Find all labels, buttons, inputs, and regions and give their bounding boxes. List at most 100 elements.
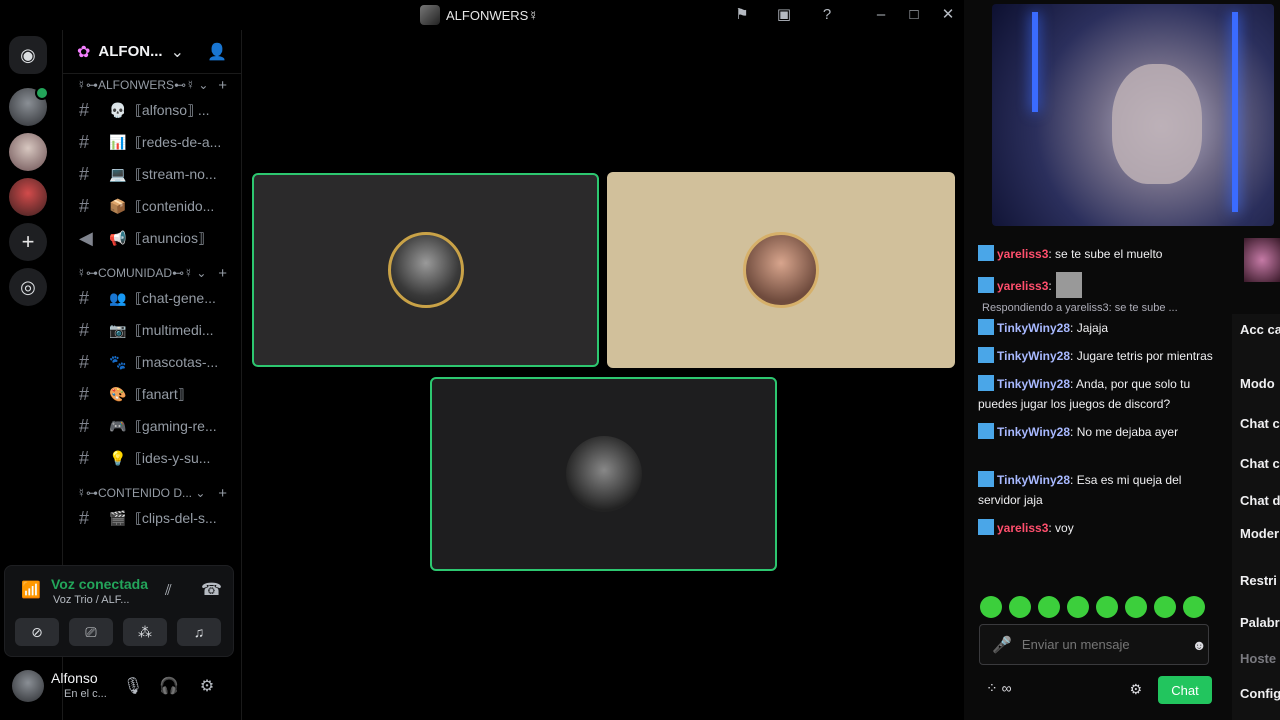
emote-icon[interactable] xyxy=(1038,596,1060,618)
user-panel: Alfonso En el c... 🎙 🎧 ⚙ xyxy=(4,662,234,712)
gear-icon[interactable]: ⚙ xyxy=(1129,681,1142,698)
category-header[interactable]: ☿⊶ALFONWERS⊷☿ ⌄ + xyxy=(63,76,241,94)
channel-item[interactable]: # 🎨 ⟦fanart⟧ xyxy=(63,378,241,410)
help-icon[interactable]: ? xyxy=(816,5,838,25)
soundboard-button[interactable]: ♫ xyxy=(177,618,221,646)
channel-item[interactable]: # 📷 ⟦multimedi... xyxy=(63,314,241,346)
channel-item[interactable]: # 🐾 ⟦mascotas-... xyxy=(63,346,241,378)
chat-send-button[interactable]: Chat xyxy=(1158,676,1212,704)
emote-icon[interactable] xyxy=(1183,596,1205,618)
server-flower-icon: ✿ xyxy=(77,43,91,61)
voice-status[interactable]: Voz conectada xyxy=(51,576,148,592)
emote-icon[interactable] xyxy=(1009,596,1031,618)
chat-message: TinkyWiny28: Esa es mi queja del servido… xyxy=(978,471,1182,507)
microphone-icon[interactable]: 🎙 xyxy=(122,676,144,698)
mod-item[interactable]: Modo xyxy=(1240,376,1275,391)
channel-item[interactable]: # 💻 ⟦stream-no... xyxy=(63,158,241,190)
emote-icon[interactable] xyxy=(1154,596,1176,618)
close-icon[interactable]: ✕ xyxy=(937,5,959,25)
hash-icon: # xyxy=(79,131,90,152)
noise-suppression-icon[interactable]: ⫽ xyxy=(165,582,172,599)
disconnect-icon[interactable]: ☎ xyxy=(201,580,222,600)
badge-icon xyxy=(978,471,994,487)
server-icon[interactable] xyxy=(9,133,47,171)
mod-item[interactable]: Acc car xyxy=(1240,322,1280,337)
maximize-icon[interactable]: □ xyxy=(903,5,925,25)
explore-icon[interactable]: ◎ xyxy=(9,268,47,306)
server-avatar-icon xyxy=(420,5,440,25)
mod-panel: Acc car Modo Chat c Chat c Chat d Moder … xyxy=(1232,314,1280,720)
side-thumbnail[interactable] xyxy=(1244,238,1280,282)
emoji-icon[interactable]: ☻ xyxy=(1192,637,1207,653)
channel-item[interactable]: ◀ 📢 ⟦anuncios⟧ xyxy=(63,222,241,254)
voice-panel: 📶 Voz conectada Voz Trio / ALF... ⫽ ☎ ⊘ … xyxy=(4,565,234,657)
emote-bar xyxy=(980,596,1210,618)
screen-share-button[interactable]: ⎚ xyxy=(69,618,113,646)
user-name[interactable]: Alfonso xyxy=(51,670,98,686)
emote-icon[interactable] xyxy=(1096,596,1118,618)
flag-icon[interactable]: ⚑ xyxy=(731,5,753,25)
mod-item[interactable]: Moder con IA xyxy=(1240,526,1280,541)
bits-icon[interactable]: ⁘ ∞ xyxy=(986,680,1012,697)
notification-badge xyxy=(35,86,49,100)
avatar xyxy=(387,232,464,308)
participant-tile[interactable] xyxy=(430,377,777,571)
discord-home-icon[interactable]: ◉ xyxy=(9,36,47,74)
add-server-button[interactable]: + xyxy=(9,223,47,261)
chevron-down-icon[interactable]: ⌄ xyxy=(171,42,184,62)
channel-item[interactable]: # 👥 ⟦chat-gene... xyxy=(63,282,241,314)
chat-message: yareliss3: voy xyxy=(972,518,1222,538)
channel-item[interactable]: # 🎮 ⟦gaming-re... xyxy=(63,410,241,442)
headphones-icon[interactable]: 🎧 xyxy=(158,676,180,698)
activities-button[interactable]: ⁂ xyxy=(123,618,167,646)
channel-item[interactable]: # 💀 ⟦alfonso⟧ ... xyxy=(63,94,241,126)
channel-item[interactable]: # 📦 ⟦contenido... xyxy=(63,190,241,222)
gear-icon[interactable]: ⚙ xyxy=(196,676,218,698)
mod-item[interactable]: Palabr xyxy=(1240,615,1280,630)
hash-icon: # xyxy=(79,447,90,468)
mod-item[interactable]: Hoste xyxy=(1240,651,1276,666)
emote-icon[interactable] xyxy=(980,596,1002,618)
mod-item[interactable]: Config xyxy=(1240,686,1280,701)
mod-item[interactable]: Chat d xyxy=(1240,493,1280,508)
streamer-face xyxy=(1112,64,1202,184)
participant-tile[interactable] xyxy=(607,172,955,368)
voice-channel-name[interactable]: Voz Trio / ALF... xyxy=(53,594,129,606)
channel-item[interactable]: # 💡 ⟦ides-y-su... xyxy=(63,442,241,474)
channel-item[interactable]: # 📊 ⟦redes-de-a... xyxy=(63,126,241,158)
signal-icon: 📶 xyxy=(21,582,41,599)
badge-icon xyxy=(978,375,994,391)
server-icon[interactable] xyxy=(9,86,49,126)
chat-message: TinkyWiny28: Jajaja xyxy=(972,318,1222,338)
participant-tile[interactable] xyxy=(252,173,599,367)
chat-input-box: 🎤 ☻ xyxy=(979,624,1209,665)
led-light xyxy=(1232,12,1238,212)
add-channel-icon[interactable]: + xyxy=(218,265,227,282)
inbox-icon[interactable]: ▣ xyxy=(773,5,795,25)
mod-item[interactable]: Restri xyxy=(1240,573,1277,588)
add-person-icon[interactable]: 👤 xyxy=(207,42,227,62)
camera-off-button[interactable]: ⊘ xyxy=(15,618,59,646)
badge-icon xyxy=(978,347,994,363)
add-channel-icon[interactable]: + xyxy=(218,485,227,502)
hash-icon: # xyxy=(79,99,90,120)
microphone-icon[interactable]: 🎤 xyxy=(992,635,1012,655)
category-header[interactable]: ☿⊶COMUNIDAD⊷☿ ⌄ + xyxy=(63,264,241,282)
avatar[interactable] xyxy=(12,670,44,702)
emote-icon[interactable] xyxy=(1125,596,1147,618)
server-header[interactable]: ✿ ALFON... ⌄ 👤 xyxy=(63,30,241,74)
badge-icon xyxy=(978,423,994,439)
channel-item[interactable]: # 🎬 ⟦clips-del-s... xyxy=(63,502,241,534)
hash-icon: # xyxy=(79,507,90,528)
minimize-icon[interactable]: – xyxy=(870,5,892,25)
emote-icon[interactable] xyxy=(1067,596,1089,618)
chat-input[interactable] xyxy=(1021,637,1182,652)
category-header[interactable]: ☿⊶CONTENIDO D... ⌄ + xyxy=(63,484,241,502)
add-channel-icon[interactable]: + xyxy=(218,77,227,94)
mod-item[interactable]: Chat c xyxy=(1240,416,1280,431)
badge-icon xyxy=(978,277,994,293)
server-icon[interactable] xyxy=(9,178,47,216)
reply-context: Respondiendo a yareliss3: se te sube ... xyxy=(982,302,1178,314)
hash-icon: # xyxy=(79,287,90,308)
mod-item[interactable]: Chat c xyxy=(1240,456,1280,471)
